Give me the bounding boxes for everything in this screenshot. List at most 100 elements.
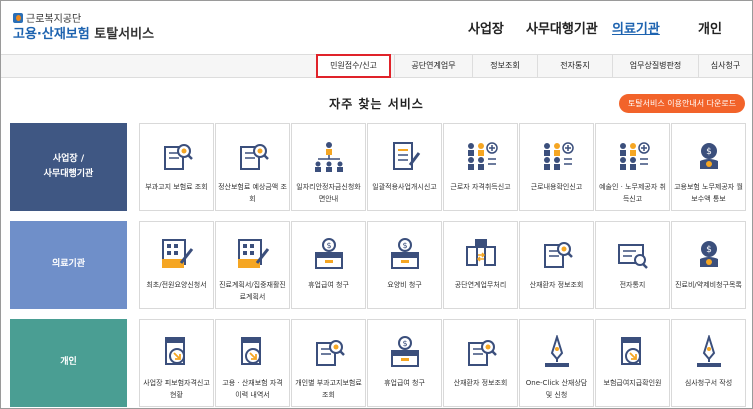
service-tile-label: 휴업급여 청구 bbox=[308, 281, 349, 289]
service-tile[interactable]: 근로자 자격취득신고 bbox=[443, 123, 518, 211]
subnav-info-lookup[interactable]: 정보조회 bbox=[472, 55, 537, 77]
site-header: 근로복지공단 고용·산재보험 토탈서비스 사업장 사무대행기관 의료기관 개인 bbox=[1, 1, 752, 54]
service-tile-label: 일자리안정자금신청화면안내 bbox=[296, 183, 361, 203]
coin-box-icon: $ bbox=[315, 238, 343, 269]
svg-text:$: $ bbox=[706, 245, 712, 255]
site-title[interactable]: 고용·산재보험 토탈서비스 bbox=[13, 23, 154, 42]
notice-search-icon bbox=[618, 244, 648, 269]
service-tile[interactable]: 일자리안정자금신청화면안내 bbox=[291, 123, 366, 211]
document-edit-icon bbox=[393, 142, 421, 170]
document-search-icon bbox=[240, 144, 269, 170]
nav-business[interactable]: 사업장 bbox=[468, 18, 504, 37]
service-tile[interactable]: $ 휴업급여 청구 bbox=[367, 319, 442, 407]
service-tile[interactable]: $ 진료비/약제비청구목록 bbox=[671, 221, 746, 309]
service-tile-label: 요양비 청구 bbox=[387, 281, 422, 289]
subnav-e-notice[interactable]: 전자통지 bbox=[537, 55, 612, 77]
service-tile[interactable]: 산재환자 정보조회 bbox=[443, 319, 518, 407]
row-header-line2: 사무대행기관 bbox=[43, 169, 94, 179]
document-arrow-icon bbox=[165, 337, 185, 365]
subnav-linked-tasks[interactable]: 공단연계업무 bbox=[394, 55, 472, 77]
service-tile-label: 최초/전원요양신청서 bbox=[146, 281, 207, 289]
service-tile-label: 휴업급여 청구 bbox=[384, 379, 425, 387]
svg-text:$: $ bbox=[326, 241, 331, 250]
service-tile[interactable]: 산재환자 정보조회 bbox=[519, 221, 594, 309]
document-search-icon bbox=[316, 340, 345, 366]
service-tile-label: 산재환자 정보조회 bbox=[453, 379, 508, 387]
service-tile[interactable]: 근로내용확인신고 bbox=[519, 123, 594, 211]
service-tile-label: 진료계획서/집중재활진료계획서 bbox=[219, 281, 286, 301]
site-title-part2: 토탈서비스 bbox=[94, 27, 155, 42]
document-search-icon bbox=[164, 144, 193, 170]
row-header-line1: 개인 bbox=[60, 357, 77, 368]
service-tile-label: 진료비/약제비청구목록 bbox=[675, 281, 742, 289]
service-tile-label: 공단연계업무처리 bbox=[454, 281, 507, 289]
form-pen-icon bbox=[238, 239, 270, 268]
service-tile[interactable]: 정산보험료 예상금액 조회 bbox=[215, 123, 290, 211]
subnav-complaint-report[interactable]: 민원접수/신고 bbox=[316, 54, 391, 78]
money-bag-icon: $ bbox=[700, 241, 718, 267]
svg-text:$: $ bbox=[402, 339, 407, 348]
sub-navigation: 민원접수/신고 공단연계업무 정보조회 전자통지 업무상질병판정 심사청구 bbox=[1, 54, 752, 78]
people-add-icon bbox=[620, 142, 650, 170]
row-header-line1: 의료기관 bbox=[51, 259, 86, 270]
service-tile[interactable]: $ 요양비 청구 bbox=[367, 221, 442, 309]
nav-agency[interactable]: 사무대행기관 bbox=[526, 18, 598, 37]
service-tile[interactable]: 전자통지 bbox=[595, 221, 670, 309]
pen-nib-icon bbox=[545, 335, 569, 367]
service-tile-label: 고용보험 노무제공자 월보수액 통보 bbox=[674, 183, 743, 203]
service-tile[interactable]: $ 고용보험 노무제공자 월보수액 통보 bbox=[671, 123, 746, 211]
service-tile-label: 고용 · 산재보험 자격 이력 내역서 bbox=[222, 379, 283, 399]
service-tile[interactable]: One-Click 산재상담 및 신청 bbox=[519, 319, 594, 407]
service-tile[interactable]: $ 휴업급여 청구 bbox=[291, 221, 366, 309]
row-header-line1: 사업장 / bbox=[52, 153, 85, 164]
service-tile[interactable]: 최초/전원요양신청서 bbox=[139, 221, 214, 309]
transfer-icon bbox=[466, 239, 496, 266]
service-tile[interactable]: 심사청구서 작성 bbox=[671, 319, 746, 407]
svg-text:$: $ bbox=[706, 147, 712, 157]
service-tile-label: 예술인 · 노무제공자 취득신고 bbox=[599, 183, 666, 203]
document-arrow-icon bbox=[241, 337, 261, 365]
nav-personal[interactable]: 개인 bbox=[698, 18, 722, 37]
coin-box-icon: $ bbox=[391, 238, 419, 269]
service-tile-label: 산재환자 정보조회 bbox=[529, 281, 584, 289]
subnav-disease-judgment[interactable]: 업무상질병판정 bbox=[612, 55, 698, 77]
service-tile-label: 근로내용확인신고 bbox=[530, 183, 583, 191]
coin-box-icon: $ bbox=[391, 336, 419, 367]
nav-medical[interactable]: 의료기관 bbox=[612, 18, 660, 37]
document-arrow-icon bbox=[621, 337, 641, 365]
service-tile-label: 부과고지 보험료 조회 bbox=[145, 183, 208, 191]
service-tile[interactable]: 진료계획서/집중재활진료계획서 bbox=[215, 221, 290, 309]
service-tile[interactable]: 개인별 부과고지보험료 조회 bbox=[291, 319, 366, 407]
subnav-review-request[interactable]: 심사청구 bbox=[698, 55, 752, 77]
org-chart-icon bbox=[315, 142, 343, 172]
service-tile[interactable]: 고용 · 산재보험 자격 이력 내역서 bbox=[215, 319, 290, 407]
service-tile-label: One-Click 산재상담 및 신청 bbox=[525, 379, 588, 399]
service-tile[interactable]: 사업장 피보험자격신고현황 bbox=[139, 319, 214, 407]
service-tile[interactable]: 보험급여지급확인원 bbox=[595, 319, 670, 407]
service-tile[interactable]: 일괄적용사업개시신고 bbox=[367, 123, 442, 211]
service-tile-label: 사업장 피보험자격신고현황 bbox=[143, 379, 210, 399]
people-add-icon bbox=[468, 142, 498, 170]
money-bag-icon: $ bbox=[700, 143, 718, 169]
service-tile-label: 정산보험료 예상금액 조회 bbox=[218, 183, 287, 203]
document-search-icon bbox=[468, 340, 497, 366]
service-tile-label: 전자통지 bbox=[619, 281, 646, 289]
service-tile-label: 일괄적용사업개시신고 bbox=[372, 183, 437, 191]
service-tile-label: 개인별 부과고지보험료 조회 bbox=[295, 379, 362, 399]
service-tile[interactable]: 예술인 · 노무제공자 취득신고 bbox=[595, 123, 670, 211]
service-tile[interactable]: 공단연계업무처리 bbox=[443, 221, 518, 309]
pen-nib-icon bbox=[697, 335, 721, 367]
service-tile-label: 심사청구서 작성 bbox=[684, 379, 733, 387]
form-pen-icon bbox=[162, 239, 194, 268]
document-search-icon bbox=[544, 242, 573, 268]
guide-download-button[interactable]: 토탈서비스 이용안내서 다운로드 bbox=[619, 94, 745, 113]
site-title-part1: 고용·산재보험 bbox=[13, 27, 90, 42]
row-header-1: 의료기관 bbox=[10, 221, 127, 309]
service-tile[interactable]: 부과고지 보험료 조회 bbox=[139, 123, 214, 211]
row-header-0: 사업장 / 사무대행기관 bbox=[10, 123, 127, 211]
service-tile-label: 보험급여지급확인원 bbox=[603, 379, 662, 387]
row-header-2: 개인 bbox=[10, 319, 127, 407]
comwel-logo-icon bbox=[13, 12, 23, 23]
people-add-icon bbox=[544, 142, 574, 170]
service-tile-label: 근로자 자격취득신고 bbox=[450, 183, 511, 191]
